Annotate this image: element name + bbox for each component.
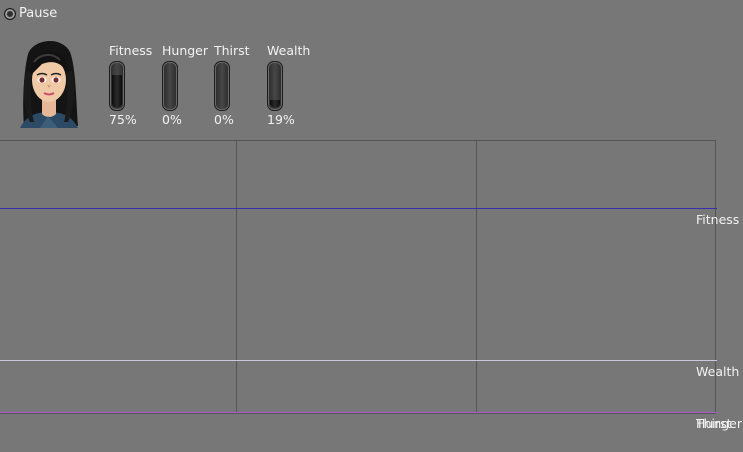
series-label-fitness: Fitness [696,212,740,227]
history-graph [0,140,716,414]
stat-value: 0% [162,112,182,127]
meter-fill [270,100,280,108]
pause-label: Pause [19,6,58,21]
pause-radio[interactable]: Pause [4,7,57,21]
series-label-hunger: Hunger [696,416,743,431]
meter-fill [112,75,122,108]
thirst-meter [214,61,230,111]
stat-value: 0% [214,112,234,127]
series-line-hunger [0,412,717,413]
girl-avatar-icon [20,40,78,128]
stat-label: Thirst [214,43,250,58]
stat-wealth: Wealth 19% [267,44,317,127]
radio-icon[interactable] [4,8,16,20]
fitness-meter [109,61,125,111]
stat-label: Fitness [109,43,153,58]
series-line-wealth [0,360,717,361]
graph-gridline [476,140,477,413]
stat-thirst: Thirst 0% [214,44,264,127]
stat-label: Hunger [162,43,209,58]
hunger-meter [162,61,178,111]
stat-fitness: Fitness 75% [109,44,159,127]
stat-value: 19% [267,112,295,127]
wealth-meter [267,61,283,111]
graph-gridline [236,140,237,413]
stat-value: 75% [109,112,137,127]
avatar [12,30,86,128]
series-line-fitness [0,208,717,209]
stat-label: Wealth [267,43,311,58]
series-label-wealth: Wealth [696,364,740,379]
stat-hunger: Hunger 0% [162,44,212,127]
app-window: Pause Fitness 75% Hunger 0% Thirst 0% We… [0,0,743,452]
